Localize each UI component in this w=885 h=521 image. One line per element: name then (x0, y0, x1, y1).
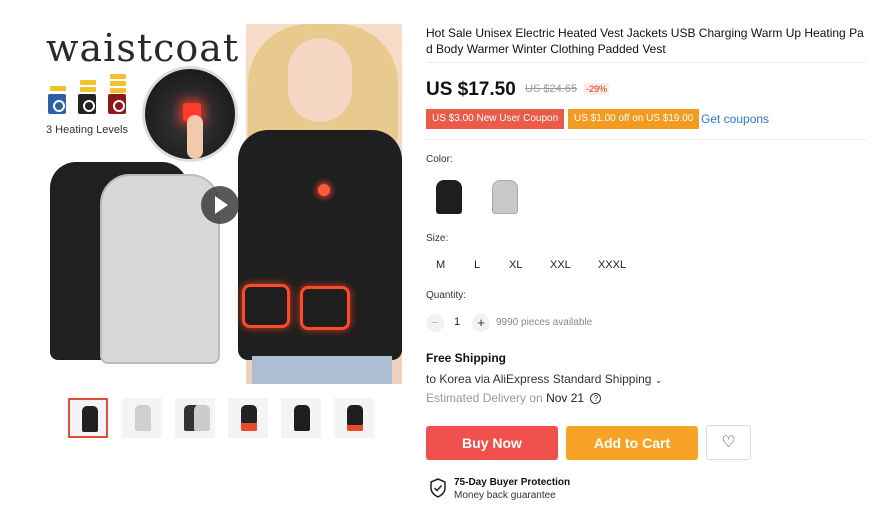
heating-levels-label: 3 Heating Levels (46, 124, 128, 136)
vest-power-button (318, 184, 330, 196)
heating-pad-right (300, 286, 350, 330)
thumbnail-4[interactable] (228, 398, 268, 438)
quantity-value[interactable]: 1 (454, 316, 460, 328)
image-brand-text: waistcoat (46, 26, 240, 70)
size-option-m[interactable]: M (430, 257, 451, 273)
thumbnail-6[interactable] (334, 398, 374, 438)
size-option-xxxl[interactable]: XXXL (592, 257, 632, 273)
delivery-date: Nov 21 (546, 391, 585, 405)
color-option-black[interactable] (426, 173, 470, 219)
wishlist-button[interactable]: ♡ (706, 425, 751, 460)
chevron-down-icon: ⌄ (654, 375, 663, 385)
model-jeans (252, 356, 392, 384)
divider (426, 62, 866, 63)
color-option-grey[interactable] (482, 173, 526, 219)
buyer-protection-title: 75-Day Buyer Protection (454, 477, 571, 488)
divider (426, 139, 866, 140)
size-option-xl[interactable]: XL (503, 257, 528, 273)
heating-pad-left (242, 284, 290, 328)
shipping-destination-text: to Korea via AliExpress Standard Shippin… (426, 372, 652, 386)
size-option-xxl[interactable]: XXL (544, 257, 577, 273)
quantity-increase-button[interactable]: + (472, 314, 490, 332)
button-closeup-image (142, 66, 238, 162)
black-vest-swatch (436, 180, 462, 214)
quantity-decrease-button[interactable]: − (426, 314, 444, 332)
play-video-button[interactable] (201, 186, 239, 224)
grey-vest-swatch (492, 180, 518, 214)
shield-check-icon (430, 478, 446, 498)
store-coupon[interactable]: US $1.00 off on US $19.00 (568, 109, 700, 129)
thumbnail-1[interactable] (68, 398, 108, 438)
get-coupons-link[interactable]: Get coupons (701, 112, 769, 126)
estimated-delivery: Estimated Delivery on Nov 21 ? (426, 391, 602, 405)
quantity-label: Quantity: (426, 290, 467, 301)
delivery-label: Estimated Delivery on (426, 391, 543, 405)
model-face (288, 38, 352, 122)
shipping-title: Free Shipping (426, 351, 507, 365)
size-label: Size: (426, 233, 449, 244)
size-option-l[interactable]: L (468, 257, 486, 273)
thumbnail-5[interactable] (281, 398, 321, 438)
discount-badge: -29% (584, 83, 610, 95)
main-product-image[interactable]: waistcoat 3 Heating Levels (38, 24, 402, 384)
buyer-protection-subtitle: Money back guarantee (454, 490, 556, 501)
help-icon[interactable]: ? (590, 393, 602, 404)
add-to-cart-button[interactable]: Add to Cart (566, 426, 698, 460)
color-label: Color: (426, 154, 453, 165)
thumbnail-3[interactable] (175, 398, 215, 438)
stock-available: 9990 pieces available (496, 317, 593, 328)
thumbnail-2[interactable] (122, 398, 162, 438)
product-price: US $17.50 (426, 79, 516, 100)
shipping-destination[interactable]: to Korea via AliExpress Standard Shippin… (426, 372, 662, 386)
product-title: Hot Sale Unisex Electric Heated Vest Jac… (426, 26, 864, 56)
heart-icon: ♡ (721, 434, 736, 451)
buy-now-button[interactable]: Buy Now (426, 426, 558, 460)
finger-graphic (187, 115, 203, 159)
original-price: US $24.65 (525, 83, 577, 95)
new-user-coupon[interactable]: US $3.00 New User Coupon (426, 109, 565, 129)
